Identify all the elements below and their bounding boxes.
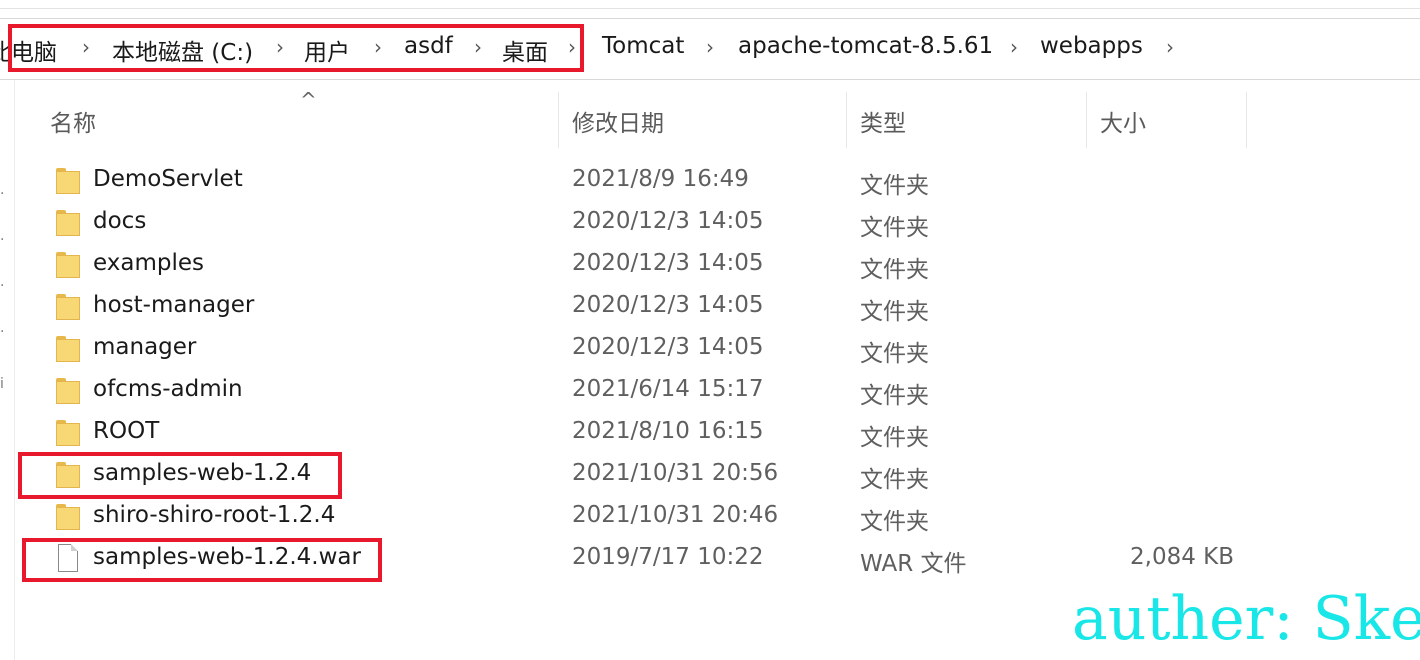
file-type: 文件夹	[860, 383, 929, 409]
file-date: 2021/6/14 15:17	[572, 376, 764, 402]
author-watermark: auther: Ske	[1072, 584, 1420, 654]
breadcrumb-webapps[interactable]: webapps	[1040, 33, 1143, 59]
folder-icon	[56, 252, 80, 278]
file-type: 文件夹	[860, 425, 929, 451]
file-row[interactable]: docs 2020/12/3 14:05 文件夹	[14, 202, 1314, 244]
folder-icon	[56, 504, 80, 530]
file-type: 文件夹	[860, 299, 929, 325]
file-row[interactable]: ofcms-admin 2021/6/14 15:17 文件夹	[14, 370, 1314, 412]
file-date: 2020/12/3 14:05	[572, 292, 764, 318]
breadcrumb-tomcat[interactable]: Tomcat	[602, 33, 684, 59]
file-type: 文件夹	[860, 257, 929, 283]
highlight-box-samples-folder	[18, 452, 342, 499]
file-type: WAR 文件	[860, 551, 967, 577]
file-date: 2019/7/17 10:22	[572, 544, 764, 570]
folder-icon	[56, 210, 80, 236]
column-header-size[interactable]: 大小	[1100, 104, 1146, 138]
breadcrumb-chevron-icon[interactable]: ›	[1010, 35, 1018, 59]
column-divider[interactable]	[846, 92, 847, 148]
folder-icon	[56, 336, 80, 362]
file-name: shiro-shiro-root-1.2.4	[93, 502, 336, 528]
file-name: DemoServlet	[93, 166, 243, 192]
file-row[interactable]: manager 2020/12/3 14:05 文件夹	[14, 328, 1314, 370]
folder-icon	[56, 168, 80, 194]
file-date: 2020/12/3 14:05	[572, 334, 764, 360]
file-date: 2021/10/31 20:56	[572, 460, 779, 486]
file-date: 2021/8/10 16:15	[572, 418, 764, 444]
window-top-edge	[0, 0, 1420, 9]
column-divider[interactable]	[558, 92, 559, 148]
breadcrumb-chevron-icon[interactable]: ›	[1166, 35, 1174, 59]
file-type: 文件夹	[860, 341, 929, 367]
folder-icon	[56, 294, 80, 320]
folder-icon	[56, 420, 80, 446]
file-name: host-manager	[93, 292, 255, 318]
file-date: 2021/10/31 20:46	[572, 502, 779, 528]
file-name: ofcms-admin	[93, 376, 243, 402]
file-row[interactable]: ROOT 2021/8/10 16:15 文件夹	[14, 412, 1314, 454]
navigation-pane-edge: · · · · i	[0, 80, 15, 660]
file-name: docs	[93, 208, 147, 234]
file-name: examples	[93, 250, 204, 276]
file-row[interactable]: examples 2020/12/3 14:05 文件夹	[14, 244, 1314, 286]
file-date: 2020/12/3 14:05	[572, 208, 764, 234]
file-type: 文件夹	[860, 215, 929, 241]
column-header-type[interactable]: 类型	[860, 104, 906, 138]
file-date: 2021/8/9 16:49	[572, 166, 749, 192]
column-header-row: ^ 名称 修改日期 类型 大小	[14, 88, 1420, 148]
highlight-box-path	[8, 24, 584, 72]
breadcrumb-apache-tomcat[interactable]: apache-tomcat-8.5.61	[738, 33, 993, 59]
sort-ascending-icon[interactable]: ^	[300, 88, 317, 112]
file-row[interactable]: host-manager 2020/12/3 14:05 文件夹	[14, 286, 1314, 328]
file-type: 文件夹	[860, 509, 929, 535]
column-divider[interactable]	[1086, 92, 1087, 148]
file-date: 2020/12/3 14:05	[572, 250, 764, 276]
breadcrumb-chevron-icon[interactable]: ›	[706, 35, 714, 59]
file-type: 文件夹	[860, 173, 929, 199]
column-header-date[interactable]: 修改日期	[572, 104, 664, 138]
file-type: 文件夹	[860, 467, 929, 493]
file-name: manager	[93, 334, 197, 360]
column-divider[interactable]	[1246, 92, 1247, 148]
file-size: 2,084 KB	[1130, 544, 1235, 570]
folder-icon	[56, 378, 80, 404]
file-row[interactable]: DemoServlet 2021/8/9 16:49 文件夹	[14, 160, 1314, 202]
highlight-box-war-file	[22, 538, 382, 582]
file-row[interactable]: shiro-shiro-root-1.2.4 2021/10/31 20:46 …	[14, 496, 1314, 538]
column-header-name[interactable]: 名称	[50, 104, 96, 138]
file-name: ROOT	[93, 418, 160, 444]
